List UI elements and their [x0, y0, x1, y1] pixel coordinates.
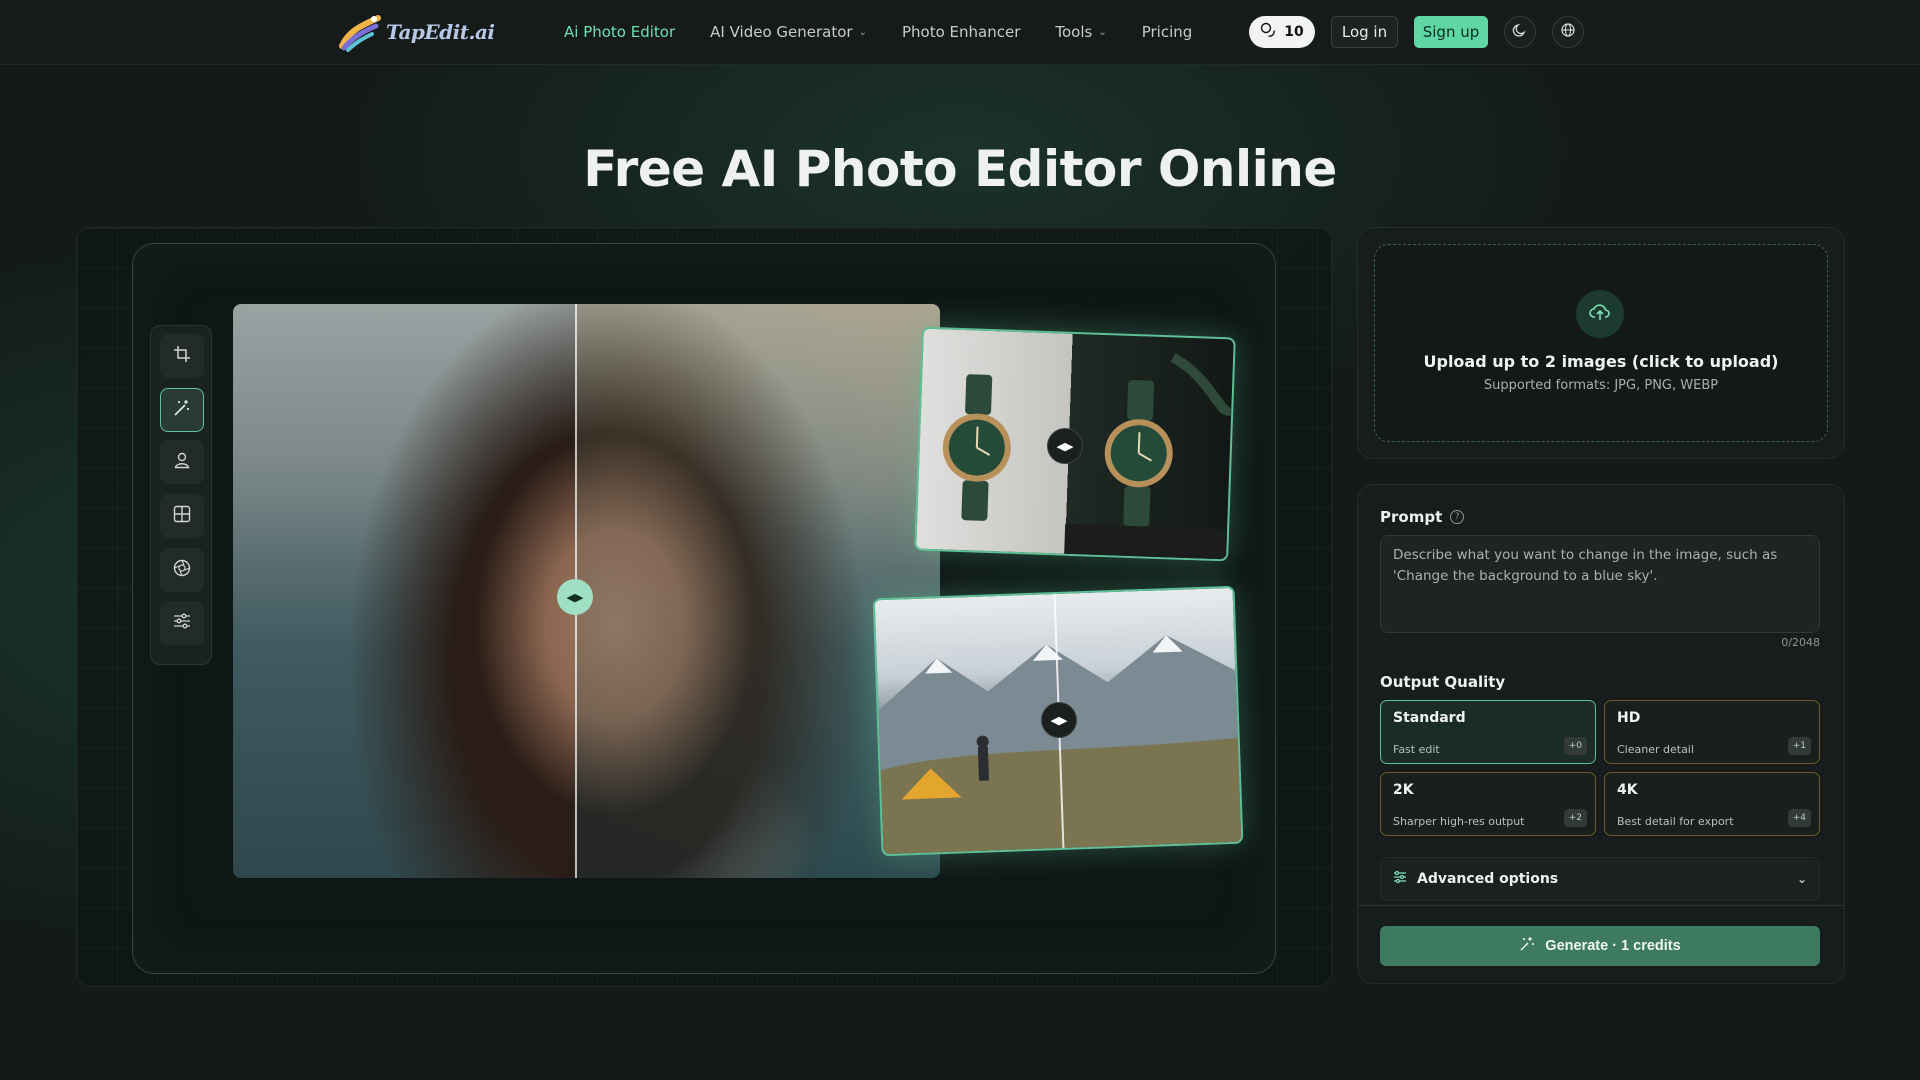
quality-option-desc: Best detail for export	[1617, 815, 1734, 828]
moon-icon	[1512, 22, 1528, 42]
nav-link-label: AI Video Generator	[710, 23, 853, 41]
editor-toolbar	[150, 325, 212, 665]
tool-crop[interactable]	[160, 334, 204, 378]
compare-slider-handle[interactable]: ◀▶	[557, 579, 593, 615]
quality-credit-badge: +1	[1787, 737, 1811, 755]
nav-links: Ai Photo Editor AI Video Generator ⌄ Pho…	[564, 0, 1192, 64]
credits-badge[interactable]: 10	[1249, 16, 1315, 48]
chevron-down-icon: ⌄	[858, 26, 867, 38]
nav-link-ai-photo-editor[interactable]: Ai Photo Editor	[564, 23, 675, 41]
nav-link-label: Tools	[1055, 23, 1093, 41]
prompt-input[interactable]	[1380, 535, 1820, 633]
quality-option-standard[interactable]: Standard Fast edit +0	[1380, 700, 1596, 764]
quality-option-title: Standard	[1393, 710, 1466, 726]
chevron-down-icon: ⌄	[1796, 872, 1807, 886]
prompt-label: Prompt ?	[1380, 508, 1465, 526]
signup-button[interactable]: Sign up	[1414, 16, 1488, 48]
upload-button[interactable]	[1576, 290, 1624, 338]
grid-icon	[173, 505, 191, 527]
tool-portrait[interactable]	[160, 440, 204, 484]
help-icon[interactable]: ?	[1450, 510, 1465, 524]
crop-icon	[173, 345, 191, 367]
language-button[interactable]	[1552, 16, 1584, 48]
top-nav: TapEdit.ai Ai Photo Editor AI Video Gene…	[0, 0, 1920, 65]
nav-link-pricing[interactable]: Pricing	[1142, 23, 1193, 41]
nav-link-label: Pricing	[1141, 23, 1193, 41]
quality-option-title: 4K	[1617, 782, 1638, 798]
nav-link-ai-video-generator[interactable]: AI Video Generator ⌄	[710, 23, 867, 41]
quality-credit-badge: +0	[1563, 737, 1587, 755]
settings-sliders-icon	[1393, 870, 1407, 888]
cloud-upload-icon	[1589, 301, 1611, 327]
login-button[interactable]: Log in	[1331, 16, 1398, 48]
chevron-down-icon: ⌄	[1098, 26, 1107, 38]
quality-option-2k[interactable]: 2K Sharper high-res output +2	[1380, 772, 1596, 836]
nav-link-label: Ai Photo Editor	[564, 23, 676, 41]
output-quality-label: Output Quality	[1380, 673, 1506, 691]
brand-name: TapEdit.ai	[386, 20, 495, 44]
generate-label: Generate · 1 credits	[1545, 938, 1681, 954]
compare-slider-handle[interactable]: ◀▶	[1047, 428, 1083, 464]
page-title: Free AI Photo Editor Online	[583, 140, 1337, 198]
nav-link-label: Photo Enhancer	[901, 23, 1021, 41]
sliders-icon	[173, 612, 191, 634]
quality-credit-badge: +4	[1787, 809, 1811, 827]
brand-logo[interactable]: TapEdit.ai	[338, 12, 495, 52]
generate-button[interactable]: Generate · 1 credits	[1380, 926, 1820, 966]
tool-layout[interactable]	[160, 494, 204, 538]
nav-link-photo-enhancer[interactable]: Photo Enhancer	[902, 23, 1020, 41]
prompt-char-counter: 0/2048	[1781, 636, 1820, 649]
quality-option-desc: Sharper high-res output	[1393, 815, 1525, 828]
form-divider	[1357, 905, 1845, 906]
magic-wand-icon	[173, 399, 191, 421]
quality-option-title: HD	[1617, 710, 1641, 726]
sparkle-icon	[1519, 936, 1535, 956]
tool-magic-edit[interactable]	[160, 388, 204, 432]
coins-icon	[1260, 22, 1276, 42]
advanced-options-label: Advanced options	[1417, 871, 1559, 887]
quality-option-title: 2K	[1393, 782, 1414, 798]
advanced-options-toggle[interactable]: Advanced options ⌄	[1380, 857, 1820, 901]
quality-option-hd[interactable]: HD Cleaner detail +1	[1604, 700, 1820, 764]
nav-link-tools[interactable]: Tools ⌄	[1055, 23, 1106, 41]
tool-adjust[interactable]	[160, 601, 204, 645]
quality-option-desc: Fast edit	[1393, 743, 1440, 756]
credits-count: 10	[1284, 24, 1304, 40]
quality-option-desc: Cleaner detail	[1617, 743, 1694, 756]
tool-filters[interactable]	[160, 548, 204, 592]
upload-title: Upload up to 2 images (click to upload)	[1423, 352, 1779, 371]
upload-formats: Supported formats: JPG, PNG, WEBP	[1483, 378, 1719, 393]
quality-credit-badge: +2	[1563, 809, 1587, 827]
theme-toggle-button[interactable]	[1504, 16, 1536, 48]
upload-dropzone[interactable]	[1374, 244, 1828, 442]
compare-slider-handle[interactable]: ◀▶	[1041, 702, 1077, 738]
quality-option-4k[interactable]: 4K Best detail for export +4	[1604, 772, 1820, 836]
aperture-icon	[173, 559, 191, 581]
person-icon	[173, 451, 191, 473]
brand-logo-mark	[338, 12, 382, 52]
prompt-label-text: Prompt	[1380, 508, 1443, 526]
globe-icon	[1560, 22, 1576, 42]
